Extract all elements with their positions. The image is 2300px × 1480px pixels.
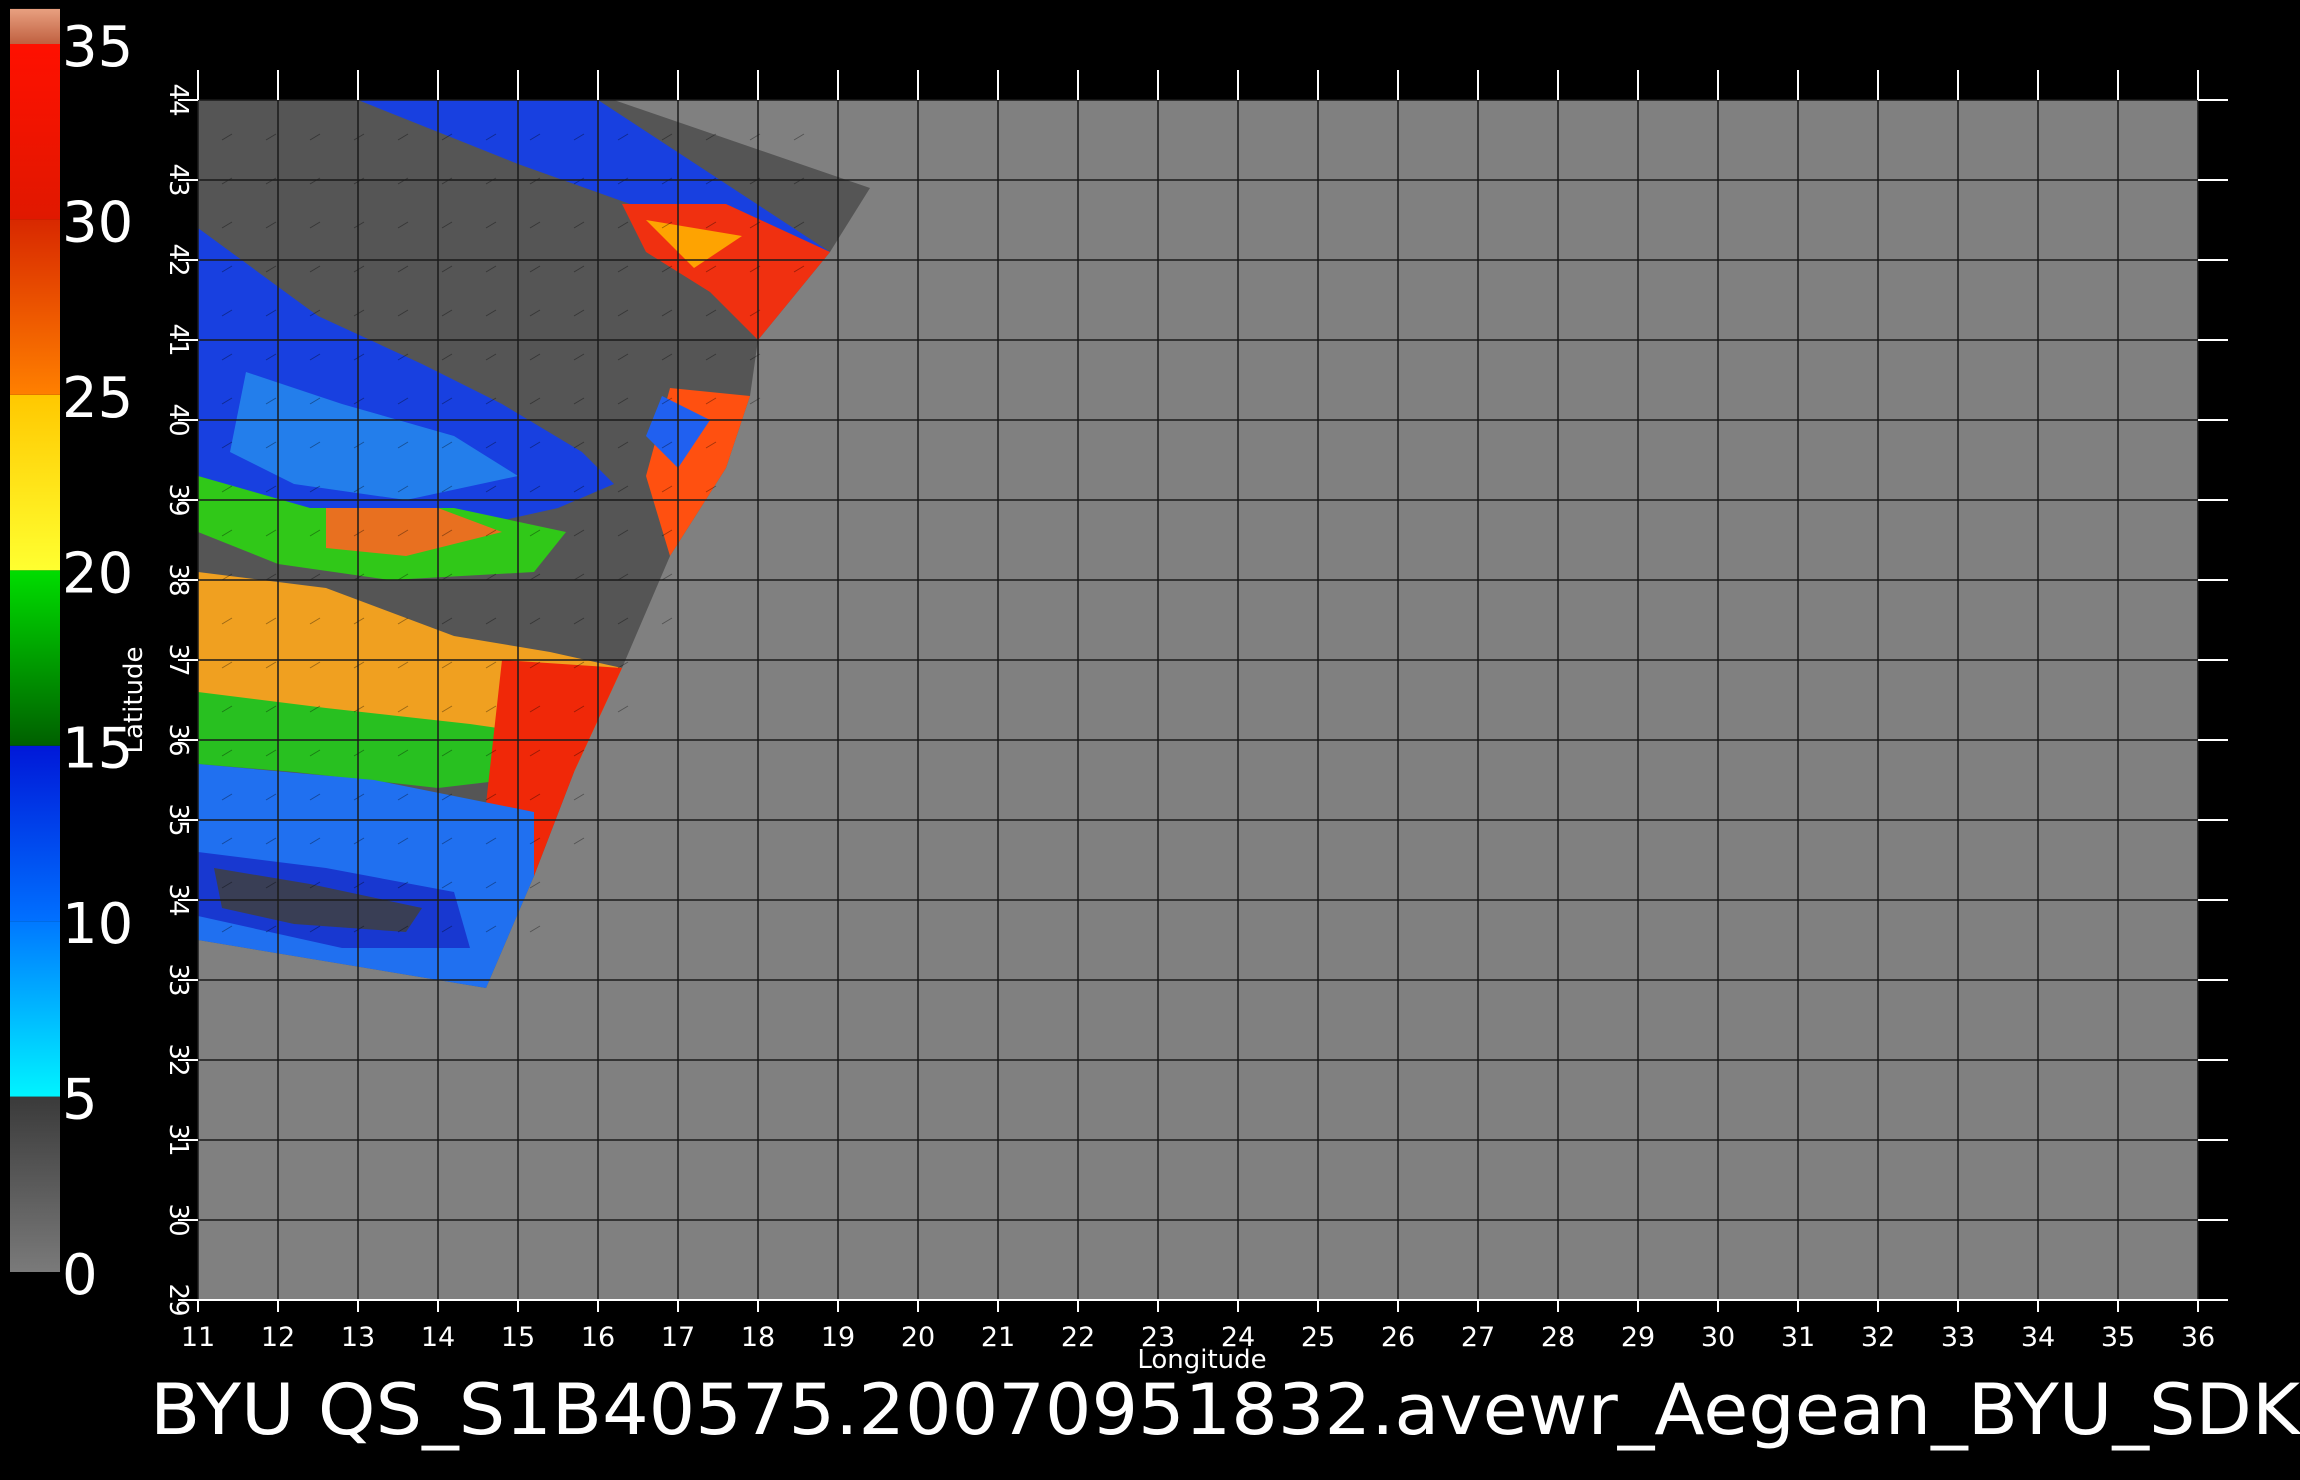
lon-tick-label: 33 [1941, 1322, 1975, 1353]
colorbar-tick-label: 20 [62, 541, 133, 606]
colorbar-tick-label: 0 [62, 1243, 98, 1308]
lon-tick-label: 18 [741, 1322, 775, 1353]
lon-tick-label: 28 [1541, 1322, 1575, 1353]
lon-tick-label: 11 [181, 1322, 215, 1353]
latitude-tick-labels: 29 30 31 32 33 34 35 36 37 38 39 40 41 42 43 44 [163, 83, 193, 1316]
lat-tick-label: 43 [163, 163, 193, 196]
colorbar-band [10, 394, 60, 571]
lon-tick-label: 21 [981, 1322, 1015, 1353]
lat-tick-label: 44 [163, 83, 193, 116]
lon-tick-label: 22 [1061, 1322, 1095, 1353]
lat-tick-label: 40 [163, 403, 193, 436]
lat-tick-label: 39 [163, 483, 193, 516]
lon-tick-label: 15 [501, 1322, 535, 1353]
colorbar-tick-label: 25 [62, 366, 133, 431]
colorbar-band [10, 1096, 60, 1272]
lat-tick-label: 35 [163, 803, 193, 836]
colorbar-band [10, 44, 60, 220]
colorbar-band [10, 570, 60, 746]
image-title: BYU QS_S1B40575.20070951832.avewr_Aegean… [150, 1369, 2300, 1451]
lat-tick-label: 38 [163, 563, 193, 596]
lon-tick-label: 13 [341, 1322, 375, 1353]
lat-tick-label: 37 [163, 643, 193, 676]
lat-tick-label: 36 [163, 723, 193, 756]
colorbar-band [10, 921, 60, 1097]
lon-tick-label: 26 [1381, 1322, 1415, 1353]
y-axis-label: Latitude [119, 646, 149, 753]
lat-tick-label: 34 [163, 883, 193, 916]
colorbar-tick-label: 5 [62, 1068, 98, 1133]
lon-tick-label: 19 [821, 1322, 855, 1353]
figure-svg: 05101520253035 11 12 13 14 15 16 17 18 19 20 21 22 2… [10, 8, 2300, 1451]
colorbar [10, 8, 60, 1272]
lon-tick-label: 29 [1621, 1322, 1655, 1353]
lat-tick-label: 31 [163, 1123, 193, 1156]
lat-tick-label: 33 [163, 963, 193, 996]
lon-tick-label: 20 [901, 1322, 935, 1353]
lon-tick-label: 35 [2101, 1322, 2135, 1353]
colorbar-band [10, 219, 60, 395]
lon-tick-label: 12 [261, 1322, 295, 1353]
lon-tick-label: 36 [2181, 1322, 2215, 1353]
lon-tick-label: 25 [1301, 1322, 1335, 1353]
lon-tick-label: 16 [581, 1322, 615, 1353]
lon-tick-label: 14 [421, 1322, 455, 1353]
lat-tick-label: 42 [163, 243, 193, 276]
colorbar-tick-label: 35 [62, 15, 133, 80]
lat-tick-label: 29 [163, 1283, 193, 1316]
lon-tick-label: 17 [661, 1322, 695, 1353]
figure: 0 5 10 15 20 25 30 35 11 12 13 14 15 16 17 18 19 20 21 22 2… [0, 0, 2300, 1480]
colorbar-tick-label: 10 [62, 892, 133, 957]
lon-tick-label: 32 [1861, 1322, 1895, 1353]
colorbar-tick-label: 30 [62, 190, 133, 255]
lon-tick-label: 27 [1461, 1322, 1495, 1353]
colorbar-band [10, 745, 60, 922]
lon-tick-label: 34 [2021, 1322, 2055, 1353]
lon-tick-label: 31 [1781, 1322, 1815, 1353]
lon-tick-label: 30 [1701, 1322, 1735, 1353]
colorbar-band [10, 8, 60, 45]
lat-tick-label: 30 [163, 1203, 193, 1236]
lat-tick-label: 32 [163, 1043, 193, 1076]
lat-tick-label: 41 [163, 323, 193, 356]
